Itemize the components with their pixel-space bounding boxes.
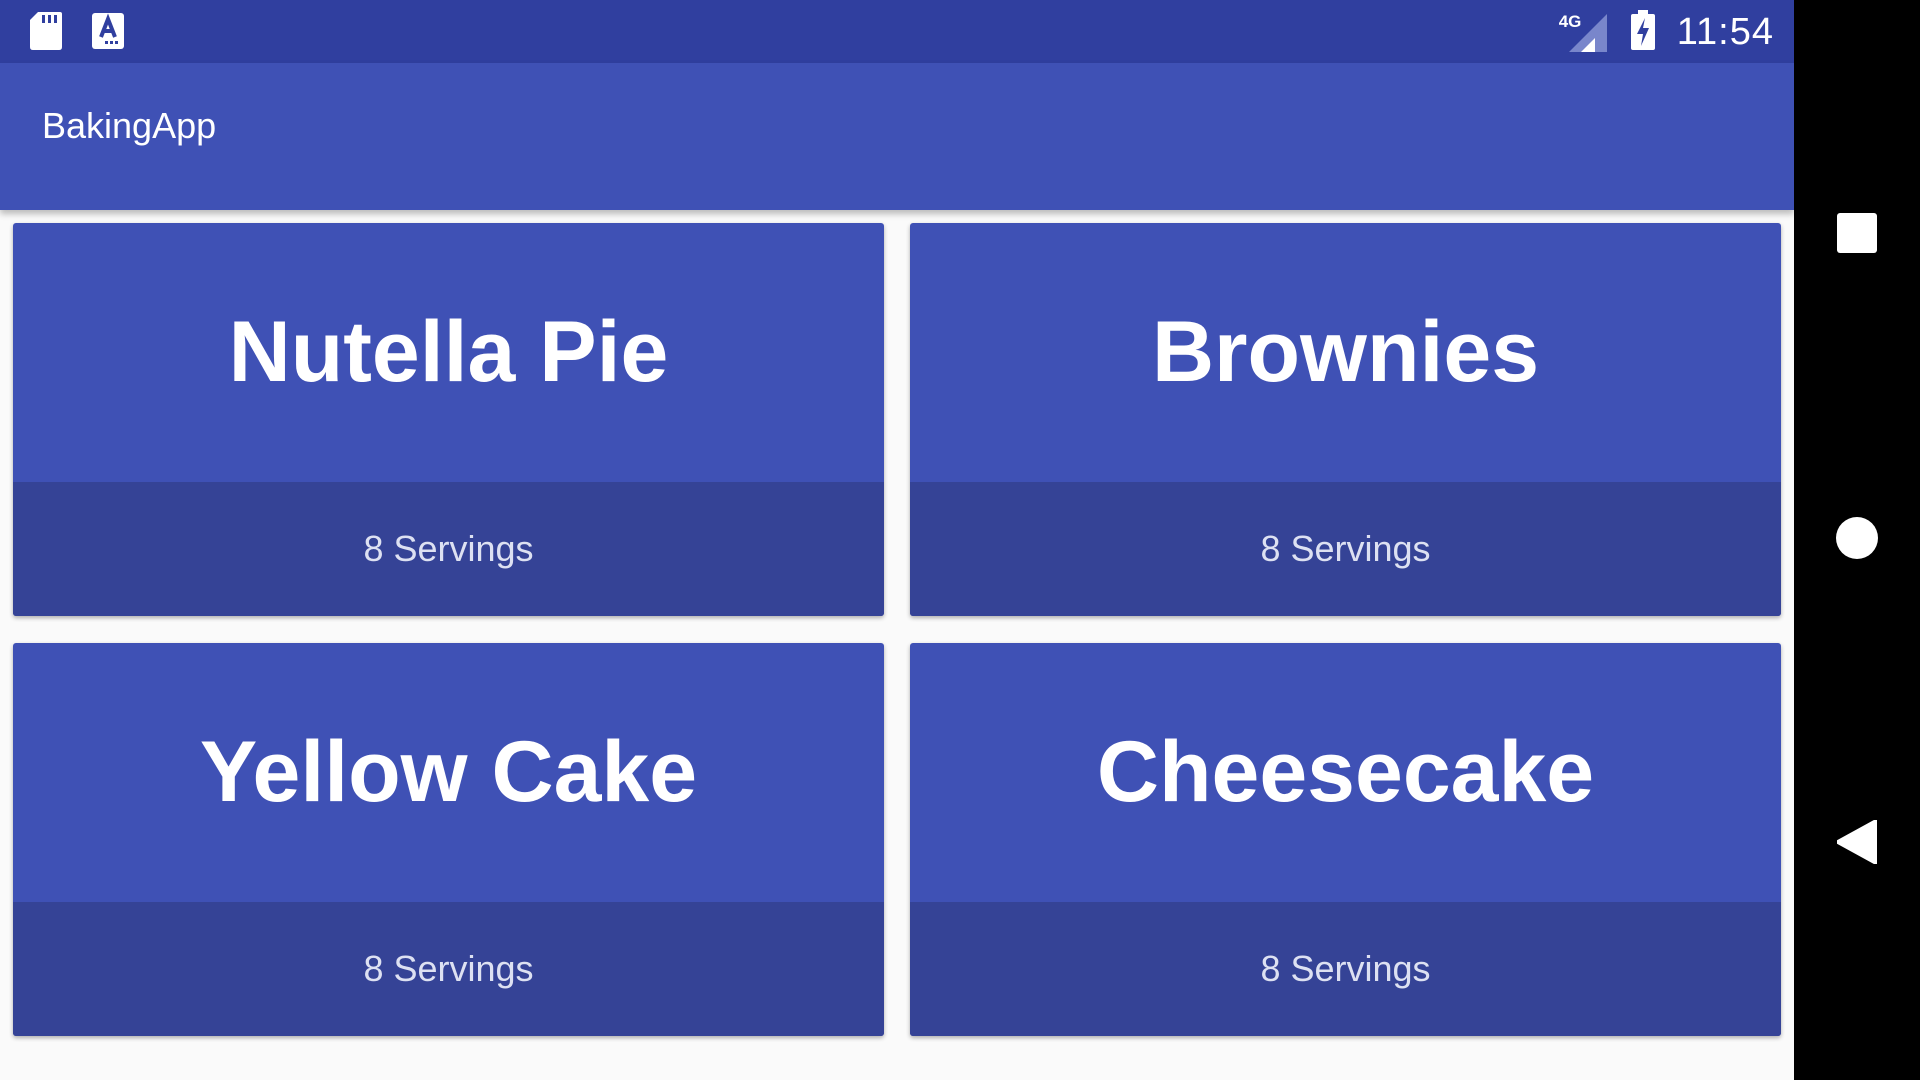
back-triangle-icon: [1835, 818, 1879, 869]
home-button[interactable]: [1794, 485, 1920, 595]
home-circle-icon: [1836, 516, 1878, 564]
recipe-name: Brownies: [1151, 304, 1540, 400]
recipe-card-nutella-pie[interactable]: Nutella Pie 8 Servings: [13, 223, 884, 616]
status-time: 11:54: [1676, 10, 1774, 53]
app-toolbar: BakingApp: [0, 63, 1794, 210]
recipe-servings: 8 Servings: [363, 948, 534, 989]
recipe-servings: 8 Servings: [1260, 948, 1431, 989]
signal-icon: 4G: [1559, 12, 1609, 52]
recipe-servings: 8 Servings: [1260, 528, 1431, 569]
recipe-servings: 8 Servings: [363, 528, 534, 569]
back-button[interactable]: [1794, 789, 1920, 899]
recipe-card-yellow-cake[interactable]: Yellow Cake 8 Servings: [13, 643, 884, 1036]
battery-charging-icon: [1630, 9, 1655, 55]
recipe-card-cheesecake[interactable]: Cheesecake 8 Servings: [910, 643, 1781, 1036]
recipe-card-brownies[interactable]: Brownies 8 Servings: [910, 223, 1781, 616]
recipe-grid: Nutella Pie 8 Servings Brownies 8 Servin…: [13, 223, 1781, 1036]
app-screen: 4G 11:54 BakingApp Nutella Pie 8 Serving…: [0, 0, 1794, 1080]
app-title: BakingApp: [42, 105, 217, 146]
status-bar: 4G 11:54: [0, 0, 1794, 63]
a-notification-icon: [92, 13, 124, 54]
sd-card-icon: [30, 12, 62, 55]
recipe-name: Nutella Pie: [228, 304, 669, 400]
recipe-name: Yellow Cake: [199, 724, 698, 820]
recents-square-icon: [1837, 212, 1877, 258]
recipe-name: Cheesecake: [1096, 724, 1595, 820]
recents-button[interactable]: [1794, 180, 1920, 290]
navigation-bar: [1794, 0, 1920, 1080]
